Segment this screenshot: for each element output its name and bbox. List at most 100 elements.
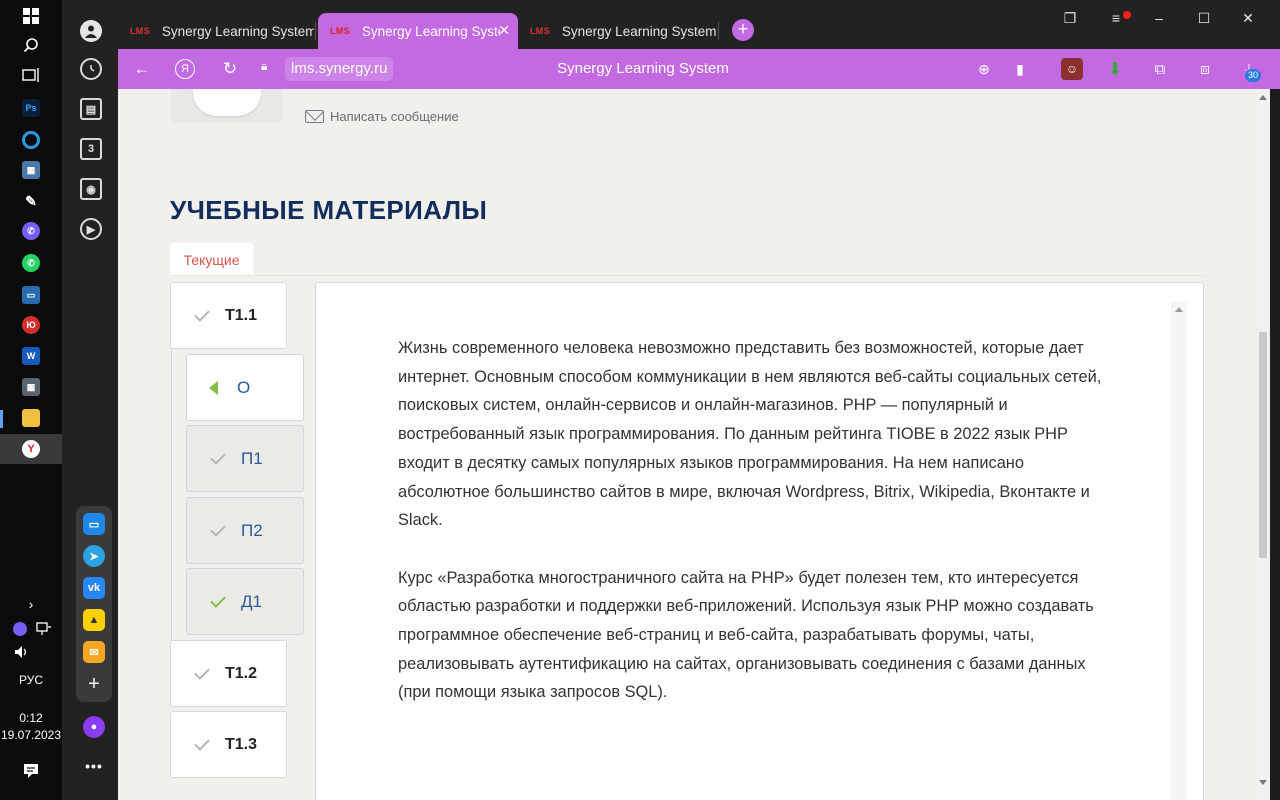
envelope-icon [305, 110, 324, 123]
tab-stack-icon[interactable]: ❐ [1060, 10, 1080, 27]
monitor-app-icon[interactable]: ▭ [19, 283, 43, 307]
tab-current[interactable]: Текущие [170, 243, 253, 276]
reload-icon[interactable]: ↻ [219, 58, 241, 80]
close-tab-icon[interactable]: ✕ [498, 22, 510, 39]
file-explorer-icon[interactable] [19, 406, 43, 430]
write-message-link[interactable]: Написать сообщение [305, 109, 459, 124]
page-scrollbar[interactable] [1256, 89, 1270, 800]
windows-taskbar: Ps ▦ ✎ ✆ ✆ ▭ Ю W ▦ Y › РУС 0:12 19.07.20… [0, 0, 62, 800]
active-indicator [0, 410, 3, 428]
check-icon [194, 305, 210, 322]
nav-item-t1-1[interactable]: Т1.1 [170, 282, 287, 349]
telegram-icon[interactable]: ➤ [83, 545, 105, 567]
window-edge [1270, 89, 1280, 800]
viber-icon[interactable]: ✆ [19, 219, 43, 243]
video-play-icon[interactable]: ▶ [80, 218, 102, 240]
gallery-icon[interactable]: ▲ [83, 609, 105, 631]
more-icon[interactable]: ••• [83, 755, 105, 777]
profile-icon[interactable] [80, 20, 102, 42]
search-icon[interactable] [19, 33, 43, 57]
yandex-icon[interactable]: Я [175, 59, 195, 79]
nav-item-d1[interactable]: Д1 [186, 568, 304, 635]
tab-3[interactable]: LMS Synergy Learning System [518, 13, 718, 49]
translate-icon[interactable]: ⧈ [1194, 58, 1216, 80]
yandex-browser-icon[interactable]: Y [19, 437, 43, 461]
history-icon[interactable] [80, 58, 102, 80]
nav-item-p2[interactable]: П2 [186, 497, 304, 564]
browser-side-panel: ▤ 3 ◉ ▶ ▭ ➤ vk ▲ ✉ + ● ••• [62, 0, 118, 800]
cards-app-icon[interactable]: ▭ [83, 513, 105, 535]
word-icon[interactable]: W [19, 344, 43, 368]
content-scrollbar[interactable] [1171, 301, 1187, 800]
tab-separator [315, 22, 316, 40]
avatar-image [193, 89, 261, 116]
calculator-icon[interactable]: ▦ [19, 375, 43, 399]
check-done-icon [210, 591, 226, 608]
tab-title: Synergy Learning System [361, 23, 500, 39]
clock-date[interactable]: 19.07.2023 [0, 728, 62, 742]
check-icon [194, 734, 210, 751]
section-title: УЧЕБНЫЕ МАТЕРИАЛЫ [170, 195, 488, 225]
notification-dot [1123, 11, 1131, 19]
check-icon [210, 448, 226, 465]
scroll-up-icon[interactable] [1175, 307, 1183, 312]
paragraph: Курс «Разработка многостраничного сайта … [398, 568, 1094, 702]
mail-app-icon[interactable]: ✉ [83, 641, 105, 663]
nav-item-p1[interactable]: П1 [186, 425, 304, 492]
windows-start-icon[interactable] [19, 4, 43, 28]
back-icon[interactable]: ← [131, 58, 153, 80]
tab-count-icon[interactable]: 3 [80, 138, 102, 160]
lms-logo-icon: LMS [530, 26, 550, 36]
reader-mode-icon[interactable]: ⧉ [1149, 58, 1171, 80]
check-icon [210, 520, 226, 537]
new-tab-button[interactable]: + [732, 19, 754, 41]
close-window-icon[interactable]: ✕ [1238, 10, 1258, 27]
lock-icon[interactable]: 🔒︎ [261, 59, 267, 74]
yu-app-icon[interactable]: Ю [19, 313, 43, 337]
bookmark-icon[interactable]: ▮ [1009, 58, 1031, 80]
url-field[interactable]: lms.synergy.ru [285, 57, 394, 81]
volume-icon[interactable] [10, 640, 34, 664]
minimize-icon[interactable]: – [1149, 10, 1169, 26]
alice-icon[interactable]: ● [83, 716, 105, 738]
task-view-icon[interactable] [19, 63, 43, 87]
collections-icon[interactable]: ▤ [80, 98, 102, 120]
tab-title: Synergy Learning System [161, 23, 314, 39]
screenshot-icon[interactable]: ◉ [80, 178, 102, 200]
tab-title: Synergy Learning System [561, 23, 717, 39]
scroll-up-icon[interactable] [1259, 95, 1267, 100]
content-card: Жизнь современного человека невозможно п… [315, 282, 1204, 800]
add-app-icon[interactable]: + [83, 673, 105, 695]
language-indicator[interactable]: РУС [0, 673, 62, 687]
zoom-icon[interactable]: ⊕ [973, 58, 995, 80]
whatsapp-icon[interactable]: ✆ [19, 251, 43, 275]
clock-time[interactable]: 0:12 [0, 711, 62, 725]
nav-item-t1-2[interactable]: Т1.2 [170, 640, 287, 707]
current-item-arrow-icon [209, 380, 218, 395]
nav-item-o[interactable]: О [186, 354, 304, 421]
content-text: Жизнь современного человека невозможно п… [398, 334, 1116, 707]
pen-app-icon[interactable]: ✎ [19, 189, 43, 213]
screen: Ps ▦ ✎ ✆ ✆ ▭ Ю W ▦ Y › РУС 0:12 19.07.20… [0, 0, 1280, 800]
extension-icon[interactable]: ☺ [1061, 58, 1083, 80]
tab-2-active[interactable]: LMS Synergy Learning System ✕ [318, 13, 518, 49]
maximize-icon[interactable]: ☐ [1194, 10, 1214, 27]
network-app-icon[interactable]: ▦ [19, 158, 43, 182]
notifications-icon[interactable] [19, 759, 43, 783]
nav-label: Т1.1 [225, 306, 258, 324]
scrollbar-thumb[interactable] [1259, 332, 1267, 558]
tab-bar: LMS Synergy Learning System LMS Synergy … [118, 0, 1280, 49]
chevron-right-icon[interactable]: › [19, 592, 43, 616]
nav-item-t1-3[interactable]: Т1.3 [170, 711, 287, 778]
network-tray-icon[interactable] [34, 617, 54, 641]
tab-separator [718, 22, 719, 40]
vk-icon[interactable]: vk [83, 577, 105, 599]
download-arrow-icon[interactable]: ⬇ [1104, 58, 1126, 80]
downloads-count-badge: 30 [1245, 69, 1262, 82]
photoshop-icon[interactable]: Ps [19, 96, 43, 120]
viber-tray-icon[interactable] [10, 617, 30, 641]
nav-label: Д1 [241, 591, 262, 611]
tab-1[interactable]: LMS Synergy Learning System [118, 13, 314, 49]
browser-icon[interactable] [19, 128, 43, 152]
scroll-down-icon[interactable] [1259, 780, 1267, 785]
